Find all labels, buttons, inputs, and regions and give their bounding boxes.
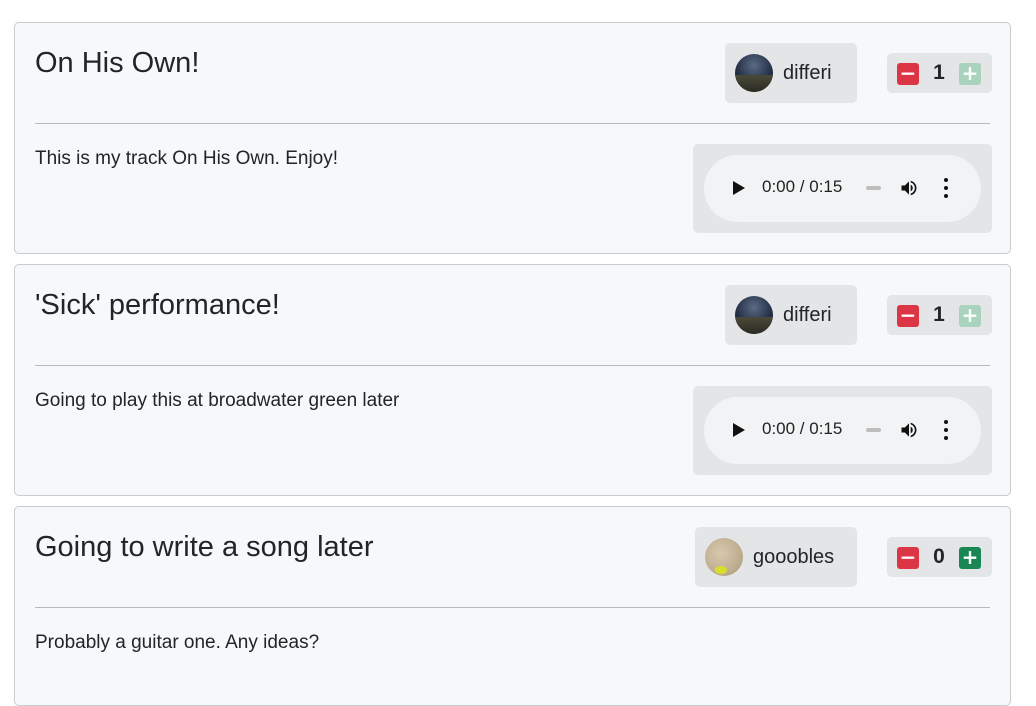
post-card: Going to write a song later gooobles − 0… xyxy=(14,506,1011,706)
audio-player-container: 0:00 / 0:15 xyxy=(693,144,992,233)
plus-icon: + xyxy=(961,545,979,569)
author-name: differi xyxy=(783,303,832,326)
upvote-button[interactable]: + xyxy=(959,63,981,85)
downvote-button[interactable]: − xyxy=(897,547,919,569)
post-card: On His Own! differi − 1 + This is my tra… xyxy=(14,22,1011,254)
upvote-button[interactable]: + xyxy=(959,547,981,569)
post-body: This is my track On His Own. Enjoy! xyxy=(35,148,339,169)
vote-count: 0 xyxy=(933,545,945,568)
volume-icon[interactable] xyxy=(898,178,920,198)
audio-time: 0:00 / 0:15 xyxy=(762,177,843,196)
more-options-icon[interactable] xyxy=(944,178,948,198)
avatar xyxy=(705,538,743,576)
minus-icon: − xyxy=(899,61,917,85)
minus-icon: − xyxy=(899,545,917,569)
audio-player: 0:00 / 0:15 xyxy=(704,397,981,464)
post-card: 'Sick' performance! differi − 1 + Going … xyxy=(14,264,1011,496)
audio-player-container: 0:00 / 0:15 xyxy=(693,386,992,475)
play-icon[interactable] xyxy=(733,181,745,195)
divider xyxy=(35,365,990,366)
post-body: Probably a guitar one. Any ideas? xyxy=(35,632,320,653)
author-chip[interactable]: differi xyxy=(725,43,857,103)
downvote-button[interactable]: − xyxy=(897,63,919,85)
plus-icon: + xyxy=(961,303,979,327)
audio-progress-bar[interactable] xyxy=(866,186,881,190)
vote-control: − 1 + xyxy=(887,295,992,335)
more-options-icon[interactable] xyxy=(944,420,948,440)
avatar xyxy=(735,296,773,334)
author-chip[interactable]: differi xyxy=(725,285,857,345)
post-title: On His Own! xyxy=(35,47,200,79)
play-icon[interactable] xyxy=(733,423,745,437)
author-chip[interactable]: gooobles xyxy=(695,527,857,587)
avatar xyxy=(735,54,773,92)
volume-icon[interactable] xyxy=(898,420,920,440)
vote-count: 1 xyxy=(933,61,945,84)
divider xyxy=(35,123,990,124)
audio-progress-bar[interactable] xyxy=(866,428,881,432)
upvote-button[interactable]: + xyxy=(959,305,981,327)
post-body: Going to play this at broadwater green l… xyxy=(35,390,400,411)
author-name: gooobles xyxy=(753,545,835,568)
audio-player: 0:00 / 0:15 xyxy=(704,155,981,222)
downvote-button[interactable]: − xyxy=(897,305,919,327)
vote-count: 1 xyxy=(933,303,945,326)
post-title: Going to write a song later xyxy=(35,531,374,563)
vote-control: − 0 + xyxy=(887,537,992,577)
minus-icon: − xyxy=(899,303,917,327)
audio-time: 0:00 / 0:15 xyxy=(762,419,843,438)
author-name: differi xyxy=(783,61,832,84)
divider xyxy=(35,607,990,608)
plus-icon: + xyxy=(961,61,979,85)
vote-control: − 1 + xyxy=(887,53,992,93)
post-title: 'Sick' performance! xyxy=(35,289,280,321)
